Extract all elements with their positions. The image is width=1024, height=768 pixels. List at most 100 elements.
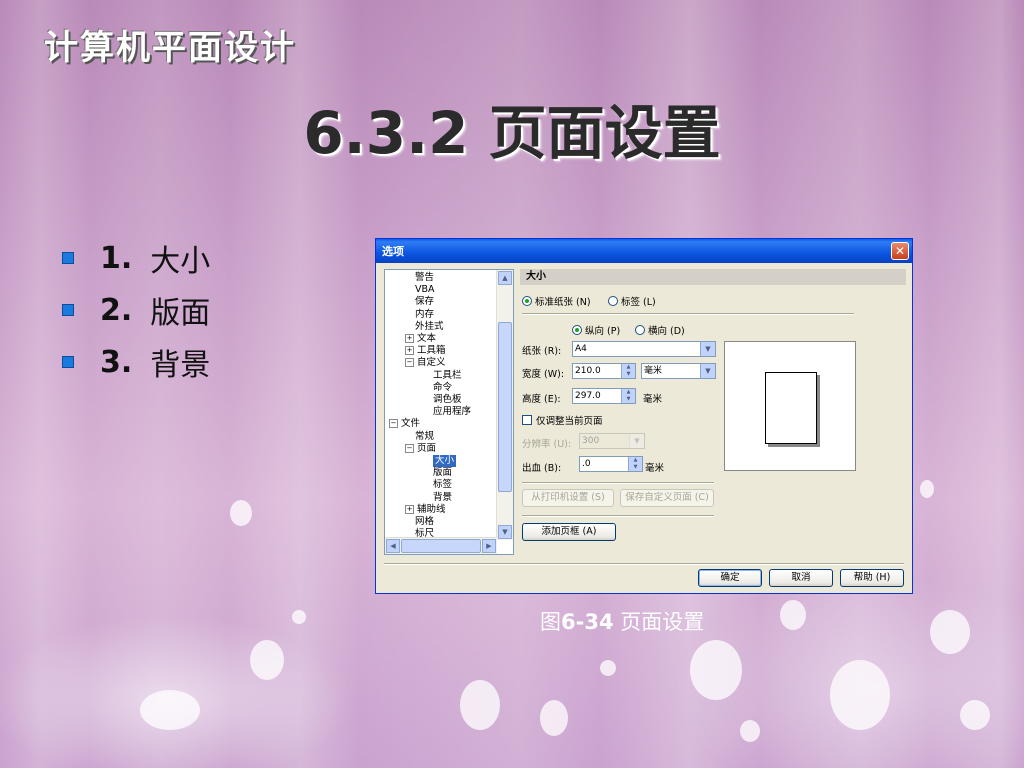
tree-item-label: 版面 bbox=[433, 467, 453, 479]
tree-item[interactable]: 保存 bbox=[415, 296, 434, 308]
checkbox-label: 仅调整当前页面 bbox=[536, 416, 603, 427]
tree-item[interactable]: 命令 bbox=[433, 382, 452, 394]
section-title: 大小 bbox=[520, 269, 906, 285]
decor-splash bbox=[540, 700, 568, 736]
add-page-frame-button[interactable]: 添加页框 (A) bbox=[522, 523, 616, 541]
decor-splash bbox=[780, 600, 806, 630]
radio-label: 标准纸张 (N) bbox=[535, 297, 591, 308]
tree-item-label: 应用程序 bbox=[433, 406, 472, 418]
collapse-icon[interactable]: − bbox=[389, 419, 398, 429]
tree-item[interactable]: 常规 bbox=[415, 431, 434, 443]
scroll-up-icon[interactable]: ▲ bbox=[498, 271, 512, 285]
resolution-value: 300 bbox=[582, 436, 600, 446]
tree-item[interactable]: 调色板 bbox=[433, 394, 462, 406]
chevron-down-icon[interactable]: ▼ bbox=[700, 342, 715, 356]
decor-splash bbox=[250, 640, 284, 680]
from-printer-button[interactable]: 从打印机设置 (S) bbox=[522, 489, 614, 507]
paper-select[interactable]: A4 ▼ bbox=[572, 341, 716, 357]
chevron-down-icon[interactable]: ▼ bbox=[700, 364, 715, 378]
decor-splash bbox=[740, 720, 760, 742]
tree-item-label: VBA bbox=[415, 284, 435, 296]
radio-on-icon bbox=[522, 296, 532, 306]
tree-item[interactable]: + 文本 bbox=[405, 333, 436, 345]
decor-splash bbox=[930, 610, 970, 654]
chevron-down-icon[interactable]: ▼ bbox=[629, 434, 644, 448]
spin-up-icon[interactable]: ▲ bbox=[621, 389, 635, 396]
radio-label-paper[interactable]: 标签 (L) bbox=[608, 294, 656, 308]
bleed-value: .0 bbox=[582, 459, 591, 469]
tree-item[interactable]: + 工具箱 bbox=[405, 345, 446, 357]
spin-up-icon[interactable]: ▲ bbox=[628, 457, 642, 464]
tree-item[interactable]: 外挂式 bbox=[415, 321, 444, 333]
resolution-select[interactable]: 300 ▼ bbox=[579, 433, 645, 449]
tree-item[interactable]: 应用程序 bbox=[433, 406, 471, 418]
tree-item[interactable]: 网格 bbox=[415, 516, 434, 528]
tree-item[interactable]: VBA bbox=[415, 284, 435, 296]
tree-item[interactable]: 内存 bbox=[415, 309, 434, 321]
separator bbox=[522, 482, 714, 484]
save-custom-page-button[interactable]: 保存自定义页面 (C) bbox=[620, 489, 714, 507]
close-icon[interactable]: ✕ bbox=[891, 242, 909, 260]
expand-icon[interactable]: + bbox=[405, 346, 414, 356]
width-value: 210.0 bbox=[575, 366, 601, 376]
tree-item[interactable]: 工具栏 bbox=[433, 370, 462, 382]
tree-vertical-scrollbar[interactable]: ▲ ▼ bbox=[496, 270, 513, 540]
tree-item-label: 保存 bbox=[415, 296, 435, 308]
tree-item-label: 文本 bbox=[417, 333, 437, 344]
bleed-input[interactable]: .0 ▲ ▼ bbox=[579, 456, 643, 472]
help-button[interactable]: 帮助 (H) bbox=[840, 569, 904, 587]
collapse-icon[interactable]: − bbox=[405, 443, 414, 453]
bullet-list: 1. 大小 2. 版面 3. 背景 bbox=[62, 232, 210, 388]
width-input[interactable]: 210.0 ▲ ▼ bbox=[572, 363, 636, 379]
scroll-down-icon[interactable]: ▼ bbox=[498, 525, 512, 539]
radio-label: 纵向 (P) bbox=[585, 326, 621, 337]
spin-buttons[interactable]: ▲ ▼ bbox=[621, 364, 635, 378]
dialog-titlebar[interactable]: 选项 ✕ bbox=[376, 239, 912, 263]
tree-item[interactable]: 大小 bbox=[433, 455, 457, 467]
expand-icon[interactable]: + bbox=[405, 504, 414, 514]
radio-standard-paper[interactable]: 标准纸张 (N) bbox=[522, 294, 591, 308]
spin-buttons[interactable]: ▲ ▼ bbox=[621, 389, 635, 403]
bullet-item: 2. 版面 bbox=[62, 284, 210, 336]
decor-splash bbox=[230, 500, 252, 526]
tree-item[interactable]: + 辅助线 bbox=[405, 504, 446, 516]
bullet-text: 背景 bbox=[150, 348, 211, 383]
spin-up-icon[interactable]: ▲ bbox=[621, 364, 635, 371]
scroll-thumb[interactable] bbox=[498, 322, 512, 492]
tree-item-label: 网格 bbox=[415, 516, 435, 527]
tree-item[interactable]: − 页面 bbox=[405, 443, 436, 455]
radio-off-icon bbox=[635, 325, 645, 335]
tree-item[interactable]: − 自定义 bbox=[405, 357, 446, 369]
height-input[interactable]: 297.0 ▲ ▼ bbox=[572, 388, 636, 404]
collapse-icon[interactable]: − bbox=[405, 358, 414, 368]
scroll-left-icon[interactable]: ◀ bbox=[386, 539, 400, 553]
tree-item[interactable]: 标签 bbox=[433, 479, 452, 491]
spin-down-icon[interactable]: ▼ bbox=[628, 464, 642, 471]
tree-item[interactable]: 背景 bbox=[433, 492, 452, 504]
scroll-thumb[interactable] bbox=[401, 539, 481, 553]
bullet-item: 3. 背景 bbox=[62, 336, 210, 388]
radio-portrait[interactable]: 纵向 (P) bbox=[572, 323, 620, 337]
scroll-right-icon[interactable]: ▶ bbox=[482, 539, 496, 553]
paper-label: 纸张 (R): bbox=[522, 346, 562, 357]
brand-title: 计算机平面设计 bbox=[44, 28, 296, 68]
bullet-square-icon bbox=[62, 304, 74, 316]
options-tree: 警告 VBA 保存 内存 外挂式 + 文本 + 工具箱 − 自定义 工具栏 命令 调色板 应用程序 − 文件 常规… bbox=[384, 269, 514, 555]
spin-down-icon[interactable]: ▼ bbox=[621, 396, 635, 403]
tree-horizontal-scrollbar[interactable]: ◀ ▶ bbox=[385, 537, 497, 554]
current-page-only-checkbox[interactable]: 仅调整当前页面 bbox=[522, 413, 603, 427]
radio-landscape[interactable]: 横向 (D) bbox=[635, 323, 685, 337]
radio-off-icon bbox=[608, 296, 618, 306]
tree-item[interactable]: − 文件 bbox=[389, 418, 420, 430]
bullet-number: 1. bbox=[100, 240, 133, 276]
spin-buttons[interactable]: ▲ ▼ bbox=[628, 457, 642, 471]
expand-icon[interactable]: + bbox=[405, 334, 414, 343]
tree-item-label: 辅助线 bbox=[417, 503, 446, 515]
tree-item[interactable]: 警告 bbox=[415, 272, 434, 284]
width-label: 宽度 (W): bbox=[522, 369, 565, 380]
unit-select[interactable]: 毫米 ▼ bbox=[641, 363, 716, 379]
spin-down-icon[interactable]: ▼ bbox=[621, 371, 635, 378]
tree-item[interactable]: 版面 bbox=[433, 467, 452, 479]
cancel-button[interactable]: 取消 bbox=[769, 569, 833, 587]
ok-button[interactable]: 确定 bbox=[698, 569, 762, 587]
